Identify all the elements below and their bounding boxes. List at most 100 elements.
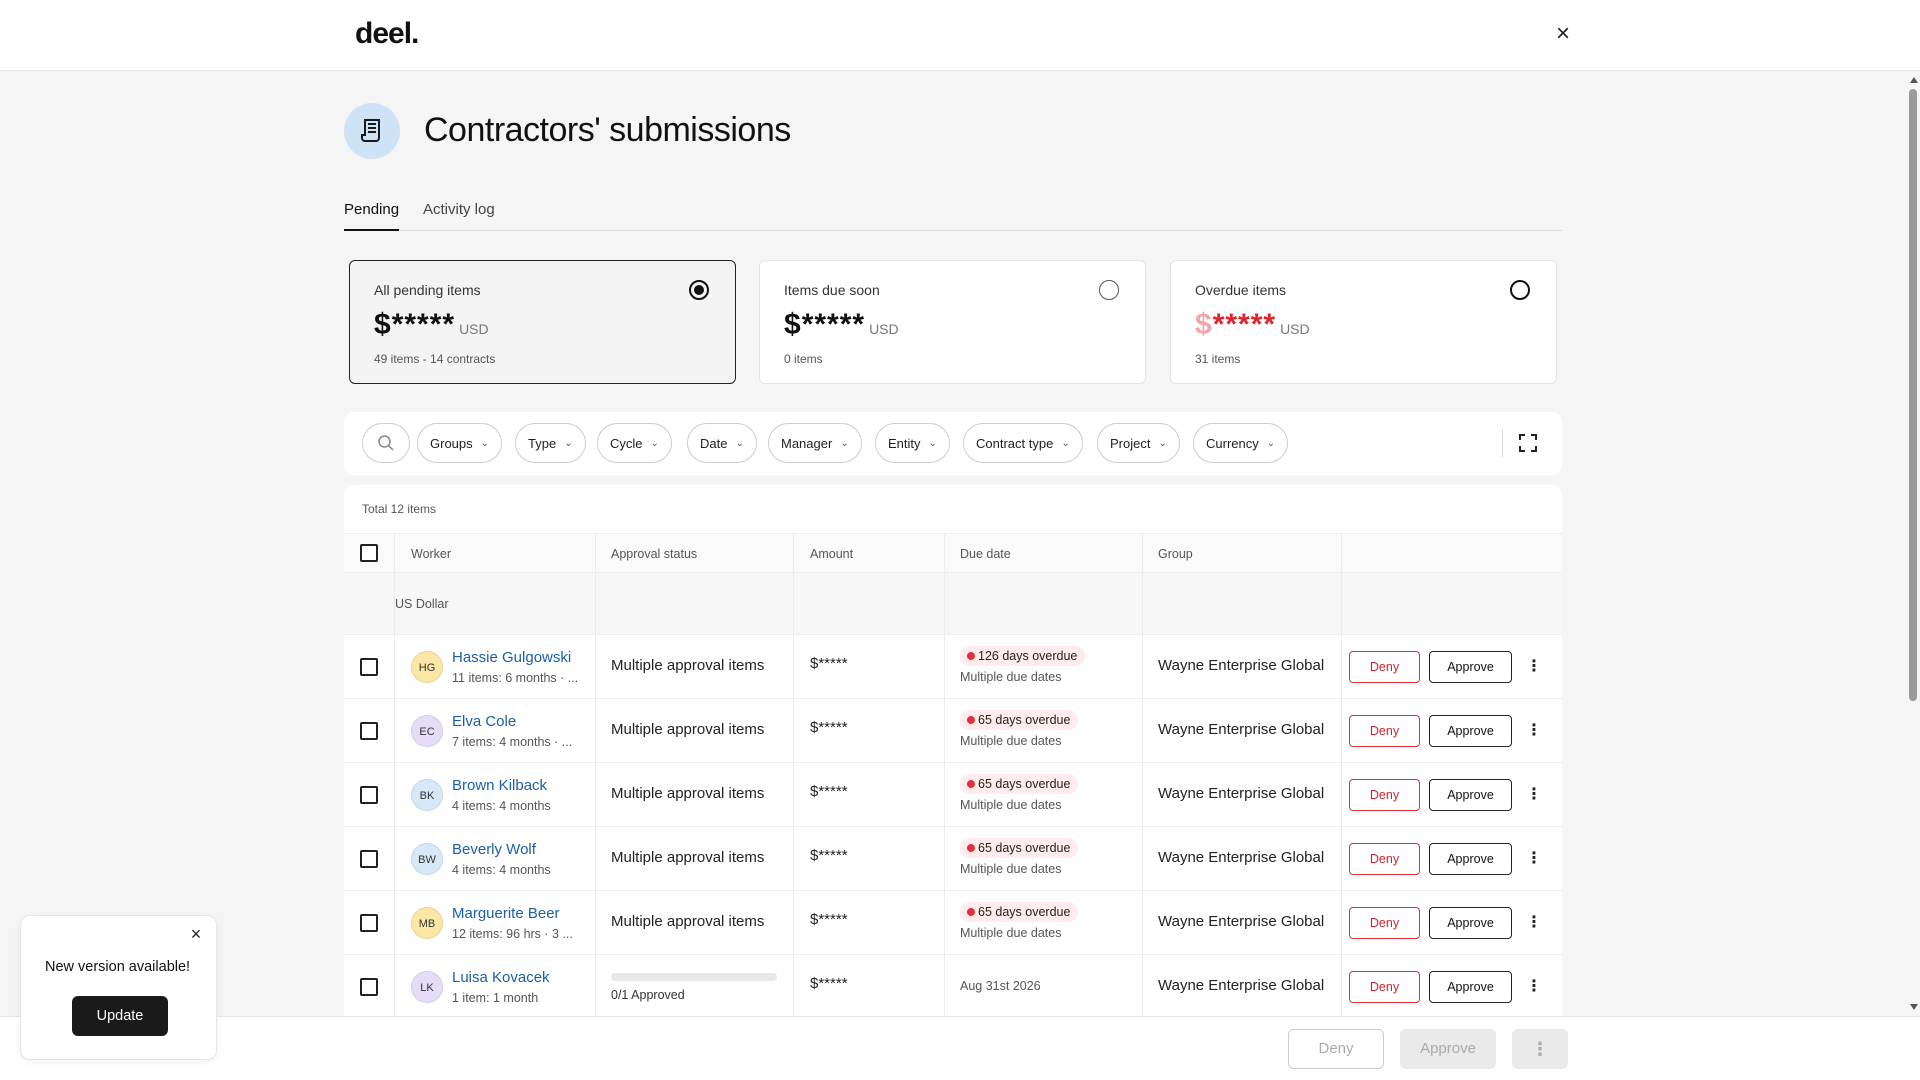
avatar: HG	[411, 651, 443, 683]
filter-bar: Groups ⌄ Type ⌄ Cycle ⌄ Date ⌄ Manager ⌄ Enti…	[344, 412, 1562, 475]
header-due-date: Due date	[960, 547, 1011, 561]
worker-name-link[interactable]: Marguerite Beer	[452, 905, 560, 922]
card-label: All pending items	[374, 282, 481, 298]
more-options-icon[interactable]: ⋮	[1526, 847, 1542, 871]
column-divider	[595, 533, 596, 1016]
approve-button[interactable]: Approve	[1429, 843, 1512, 875]
approval-progress-label: 0/1 Approved	[611, 988, 685, 1002]
card-all-pending[interactable]: All pending items $***** USD 49 items - 1…	[349, 260, 736, 384]
filter-cycle[interactable]: Cycle ⌄	[597, 423, 672, 463]
column-divider	[944, 533, 945, 1016]
row-checkbox[interactable]	[360, 850, 378, 868]
column-divider	[394, 533, 395, 1016]
card-items-due-soon[interactable]: Items due soon $***** USD 0 items	[759, 260, 1146, 384]
update-toast: × New version available! Update	[20, 915, 217, 1060]
bulk-deny-button[interactable]: Deny	[1288, 1029, 1384, 1069]
fullscreen-icon[interactable]	[1516, 431, 1540, 455]
filter-entity[interactable]: Entity ⌄	[875, 423, 950, 463]
deny-button[interactable]: Deny	[1349, 971, 1420, 1003]
header-approval-status: Approval status	[611, 547, 698, 561]
scroll-down-arrow-icon[interactable]	[1910, 1004, 1918, 1010]
card-label: Items due soon	[784, 282, 880, 298]
avatar: BW	[411, 843, 443, 875]
radio-selected[interactable]	[689, 280, 709, 300]
close-icon[interactable]: ×	[1551, 22, 1575, 46]
worker-name-link[interactable]: Hassie Gulgowski	[452, 649, 571, 666]
total-count: Total 12 items	[362, 502, 437, 516]
approval-status: Multiple approval items	[611, 849, 765, 866]
filter-project[interactable]: Project ⌄	[1097, 423, 1180, 463]
header-worker: Worker	[411, 547, 452, 561]
worker-items-summary: 12 items: 96 hrs · 3 ...	[452, 927, 573, 941]
bulk-approve-button[interactable]: Approve	[1400, 1029, 1496, 1069]
scrollbar-thumb[interactable]	[1909, 89, 1917, 701]
scroll-up-arrow-icon[interactable]	[1910, 77, 1918, 83]
worker-name-link[interactable]: Brown Kilback	[452, 777, 547, 794]
currency-group-row: US Dollar	[344, 573, 1562, 635]
filter-currency[interactable]: Currency ⌄	[1193, 423, 1289, 463]
deny-button[interactable]: Deny	[1349, 779, 1420, 811]
radio-unselected[interactable]	[1099, 280, 1119, 300]
amount-value: $*****	[810, 847, 848, 864]
more-options-icon[interactable]: ⋮	[1526, 975, 1542, 999]
deel-logo[interactable]: deel.	[355, 17, 419, 51]
worker-name-link[interactable]: Beverly Wolf	[452, 841, 536, 858]
approval-status: Multiple approval items	[611, 657, 765, 674]
filter-date[interactable]: Date ⌄	[687, 423, 757, 463]
row-checkbox[interactable]	[360, 786, 378, 804]
page-scrollbar[interactable]	[1906, 71, 1920, 1016]
select-all-checkbox[interactable]	[360, 544, 378, 562]
worker-items-summary: 7 items: 4 months · ...	[452, 735, 573, 749]
approve-button[interactable]: Approve	[1429, 907, 1512, 939]
approve-button[interactable]: Approve	[1429, 651, 1512, 683]
worker-name-link[interactable]: Elva Cole	[452, 713, 516, 730]
overdue-badge: 65 days overdue	[960, 774, 1079, 794]
deny-button[interactable]: Deny	[1349, 843, 1420, 875]
avatar: MB	[411, 907, 443, 939]
row-checkbox[interactable]	[360, 914, 378, 932]
filter-manager[interactable]: Manager ⌄	[768, 423, 862, 463]
approve-button[interactable]: Approve	[1429, 971, 1512, 1003]
filter-contract-type[interactable]: Contract type ⌄	[963, 423, 1083, 463]
card-amount: $***** USD	[1195, 308, 1310, 341]
filter-groups[interactable]: Groups ⌄	[417, 423, 503, 463]
approve-button[interactable]: Approve	[1429, 779, 1512, 811]
approval-status: Multiple approval items	[611, 785, 765, 802]
more-options-icon[interactable]: ⋮	[1526, 783, 1542, 807]
deny-button[interactable]: Deny	[1349, 907, 1420, 939]
due-date-note: Multiple due dates	[960, 926, 1062, 940]
card-overdue-items[interactable]: Overdue items $***** USD 31 items	[1170, 260, 1557, 384]
row-checkbox[interactable]	[360, 978, 378, 996]
row-checkbox[interactable]	[360, 658, 378, 676]
due-date-note: Multiple due dates	[960, 862, 1062, 876]
deny-button[interactable]: Deny	[1349, 651, 1420, 683]
overdue-badge: 65 days overdue	[960, 838, 1079, 858]
chevron-down-icon: ⌄	[735, 437, 744, 449]
card-meta: 0 items	[784, 352, 823, 366]
toast-message: New version available!	[45, 959, 191, 975]
tab-pending[interactable]: Pending	[344, 199, 400, 231]
deny-button[interactable]: Deny	[1349, 715, 1420, 747]
more-options-icon[interactable]: ⋮	[1526, 655, 1542, 679]
card-meta: 31 items	[1195, 352, 1241, 366]
worker-name-link[interactable]: Luisa Kovacek	[452, 969, 550, 986]
more-options-icon[interactable]: ⋮	[1526, 719, 1542, 743]
tab-bar: Pending Activity log	[344, 199, 1562, 231]
radio-unselected[interactable]	[1510, 280, 1530, 300]
approve-button[interactable]: Approve	[1429, 715, 1512, 747]
tab-activity-log[interactable]: Activity log	[423, 199, 495, 231]
column-divider	[793, 533, 794, 1016]
approval-status: Multiple approval items	[611, 913, 765, 930]
receipt-icon	[344, 103, 400, 159]
card-meta: 49 items - 14 contracts	[374, 352, 496, 366]
due-date-note: Multiple due dates	[960, 798, 1062, 812]
bulk-more-options-icon[interactable]: ⋮	[1512, 1029, 1568, 1069]
table-row: BK Brown Kilback 4 items: 4 months Multi…	[344, 763, 1562, 827]
more-options-icon[interactable]: ⋮	[1526, 911, 1542, 935]
update-button[interactable]: Update	[72, 996, 168, 1036]
amount-value: $*****	[810, 783, 848, 800]
row-checkbox[interactable]	[360, 722, 378, 740]
search-icon[interactable]	[362, 423, 410, 463]
filter-type[interactable]: Type ⌄	[515, 423, 586, 463]
close-icon[interactable]: ×	[188, 925, 204, 943]
